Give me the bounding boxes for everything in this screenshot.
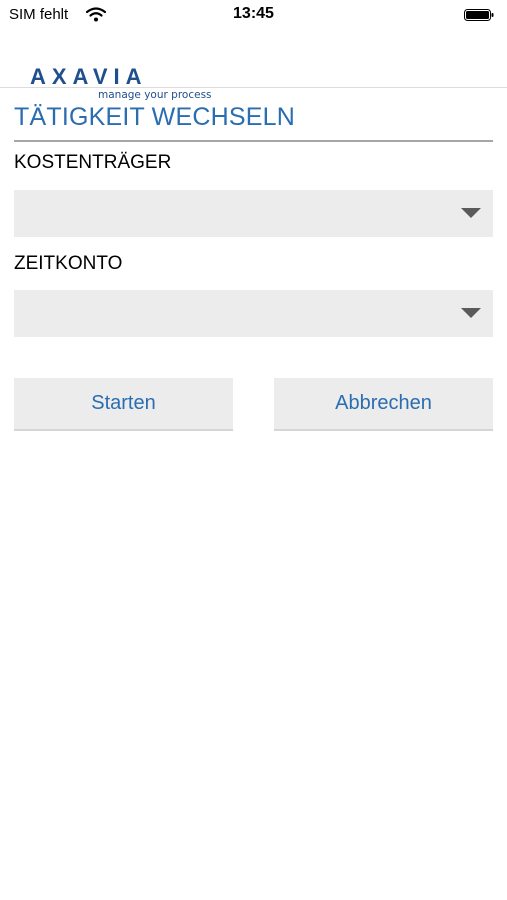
cancel-button[interactable]: Abbrechen — [274, 378, 493, 431]
start-button[interactable]: Starten — [14, 378, 233, 431]
time-account-dropdown[interactable] — [14, 290, 493, 337]
time-account-label: ZEITKONTO — [14, 253, 123, 274]
page-title: TÄTIGKEIT WECHSELN — [14, 103, 295, 131]
axavia-logo: AXAVIA manage your process — [30, 66, 212, 101]
cost-center-label: KOSTENTRÄGER — [14, 152, 172, 173]
logo-wordmark: AXAVIA — [30, 66, 148, 89]
logo-tagline: manage your process — [98, 89, 212, 101]
title-divider — [14, 140, 493, 142]
status-bar: SIM fehlt 13:45 — [0, 0, 507, 30]
status-time: 13:45 — [233, 5, 274, 22]
app-header: AXAVIA manage your process — [0, 30, 507, 101]
cost-center-dropdown[interactable] — [14, 190, 493, 237]
chevron-down-icon — [461, 308, 481, 318]
battery-icon — [464, 9, 494, 21]
chevron-down-icon — [461, 208, 481, 218]
